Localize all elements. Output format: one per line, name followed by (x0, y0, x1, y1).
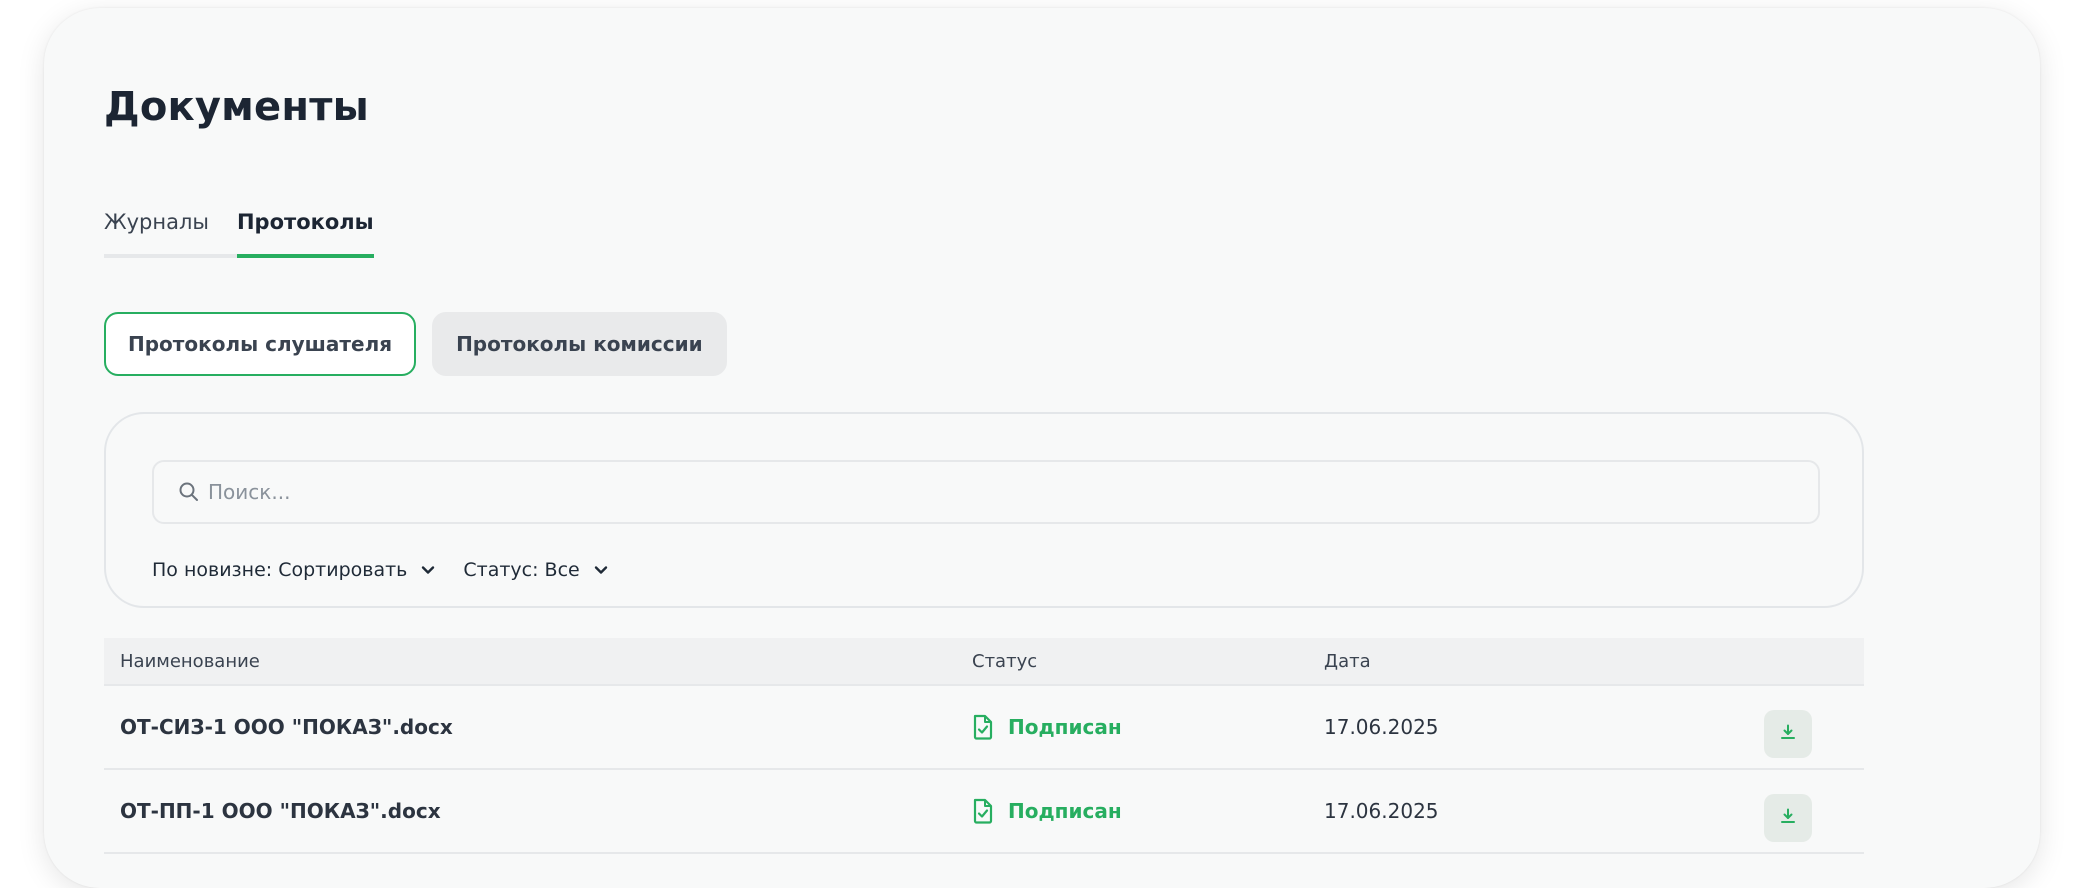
status-dropdown-label: Статус: Все (463, 559, 580, 581)
table-row[interactable]: ОТ-СИЗ-1 ООО "ПОКАЗ".docx Подписан 17.06… (104, 686, 1864, 770)
chevron-down-icon (594, 565, 608, 575)
signed-document-icon (972, 798, 994, 824)
signed-document-icon (972, 714, 994, 740)
status-cell: Подписан (972, 714, 1324, 740)
download-button[interactable] (1764, 794, 1812, 842)
status-label: Подписан (1008, 799, 1122, 823)
status-label: Подписан (1008, 715, 1122, 739)
documents-table: Наименование Статус Дата ОТ-СИЗ-1 ООО "П… (104, 638, 1864, 854)
search-box[interactable] (152, 460, 1820, 524)
document-date: 17.06.2025 (1324, 799, 1439, 823)
filter-panel: По новизне: Сортировать Статус: Все (104, 412, 1864, 608)
table-row[interactable]: ОТ-ПП-1 ООО "ПОКАЗ".docx Подписан 17.06.… (104, 770, 1864, 854)
sort-dropdown-label: По новизне: Сортировать (152, 559, 408, 581)
filters-row: По новизне: Сортировать Статус: Все (152, 559, 608, 581)
chevron-down-icon (421, 565, 435, 575)
page-title: Документы (104, 84, 369, 130)
document-date: 17.06.2025 (1324, 715, 1439, 739)
listener-protocols-button[interactable]: Протоколы слушателя (104, 312, 417, 376)
tabs: Журналы Протоколы (104, 210, 402, 258)
column-header-date: Дата (1324, 650, 1371, 672)
table-header: Наименование Статус Дата (104, 638, 1864, 686)
status-cell: Подписан (972, 798, 1324, 824)
column-header-name: Наименование (120, 650, 260, 672)
document-name[interactable]: ОТ-СИЗ-1 ООО "ПОКАЗ".docx (104, 715, 972, 739)
status-dropdown[interactable]: Статус: Все (463, 559, 607, 581)
commission-protocols-button[interactable]: Протоколы комиссии (432, 312, 727, 376)
search-icon (178, 481, 200, 503)
column-header-status: Статус (972, 650, 1038, 672)
download-icon (1779, 722, 1797, 746)
download-button[interactable] (1764, 710, 1812, 758)
tab-protocols[interactable]: Протоколы (236, 210, 374, 258)
tab-journals[interactable]: Журналы (104, 210, 237, 258)
sort-dropdown[interactable]: По новизне: Сортировать (152, 559, 435, 581)
download-icon (1779, 806, 1797, 830)
search-input[interactable] (206, 461, 1818, 523)
protocol-type-switch: Протоколы слушателя Протоколы комиссии (104, 312, 727, 376)
document-name[interactable]: ОТ-ПП-1 ООО "ПОКАЗ".docx (104, 799, 972, 823)
